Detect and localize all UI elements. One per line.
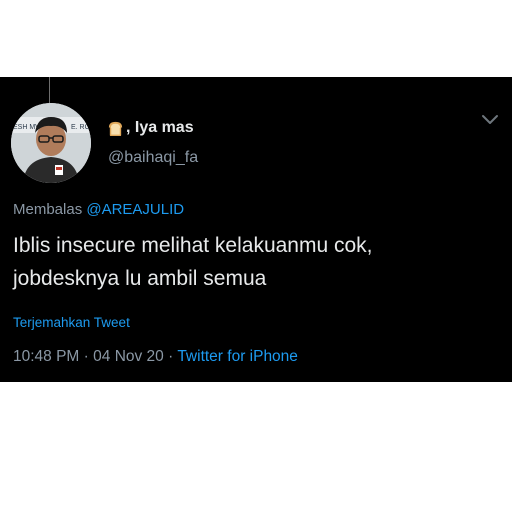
tweet-text: Iblis insecure melihat kelakuanmu cok, j…: [13, 229, 493, 295]
chevron-down-icon[interactable]: [481, 114, 499, 126]
tweet-card[interactable]: ESH MV E. RC , Iya mas @baihaqi_fa Memba…: [0, 77, 512, 382]
reply-context: Membalas @AREAJULID: [13, 201, 184, 218]
svg-text:E. RC: E. RC: [71, 124, 90, 131]
tweet-date[interactable]: 04 Nov 20: [93, 348, 164, 365]
reply-prefix: Membalas: [13, 201, 87, 218]
tweet-source-link[interactable]: Twitter for iPhone: [177, 348, 298, 365]
translate-tweet-link[interactable]: Terjemahkan Tweet: [13, 315, 130, 330]
avatar-photo: ESH MV E. RC: [11, 103, 91, 183]
display-name-text: , Iya mas: [126, 119, 194, 136]
meta-separator: ·: [79, 348, 94, 365]
reply-mention-link[interactable]: @AREAJULID: [86, 201, 184, 218]
meta-separator: ·: [163, 348, 178, 365]
avatar[interactable]: ESH MV E. RC: [11, 103, 91, 183]
tweet-metadata: 10:48 PM · 04 Nov 20 · Twitter for iPhon…: [13, 348, 298, 366]
tweet-text-line-1: Iblis insecure melihat kelakuanmu cok,: [13, 234, 373, 257]
tweet-text-line-2: jobdesknya lu ambil semua: [13, 267, 267, 290]
bread-icon: [108, 121, 123, 136]
tweet-time[interactable]: 10:48 PM: [13, 348, 79, 365]
screenshot-canvas: ESH MV E. RC , Iya mas @baihaqi_fa Memba…: [0, 0, 512, 512]
thread-connector-line: [49, 77, 50, 103]
user-handle[interactable]: @baihaqi_fa: [108, 149, 198, 167]
display-name[interactable]: , Iya mas: [107, 117, 194, 139]
